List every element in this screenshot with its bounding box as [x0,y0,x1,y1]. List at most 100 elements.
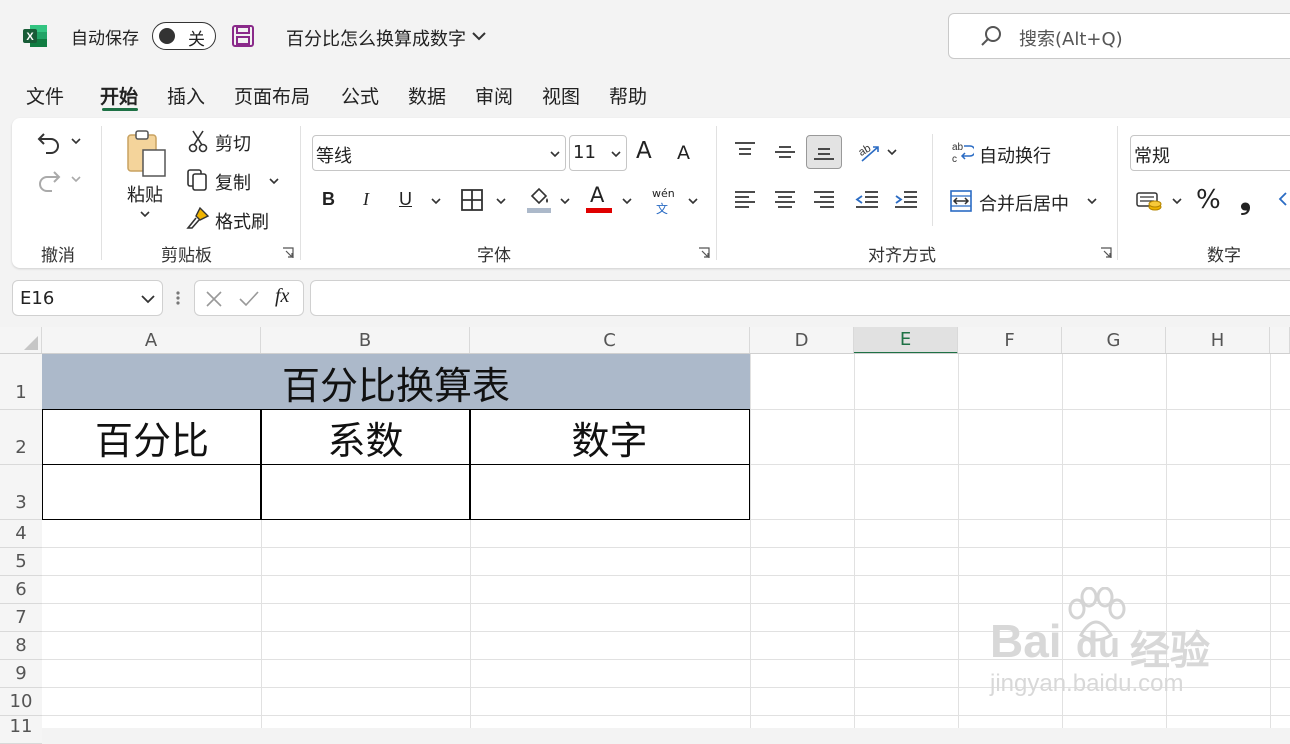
percent-style-button[interactable]: % [1196,185,1221,215]
increase-decimal-icon[interactable] [1276,188,1290,214]
tab-formulas[interactable]: 公式 [341,82,379,109]
row-header-6[interactable]: 6 [0,576,42,604]
tab-file[interactable]: 文件 [26,82,64,109]
tab-data[interactable]: 数据 [408,82,446,109]
undo-icon[interactable] [34,128,64,156]
phonetic-guide-bottom[interactable]: 文 [656,200,668,217]
align-right-icon[interactable] [811,188,837,212]
paste-icon[interactable] [124,130,170,178]
phonetic-dropdown-icon[interactable] [686,195,700,207]
insert-function-button[interactable]: fx [275,285,289,308]
font-color-button[interactable]: A [590,183,604,207]
row-header-1[interactable]: 1 [0,354,42,410]
column-header-f[interactable]: F [958,327,1062,354]
row-header-9[interactable]: 9 [0,660,42,688]
accounting-format-icon[interactable] [1134,187,1164,215]
autosave-toggle[interactable]: 关 [152,22,216,50]
align-left-icon[interactable] [732,188,758,212]
undo-dropdown-icon[interactable] [68,134,84,148]
align-bottom-icon[interactable] [806,135,842,169]
phonetic-guide-top[interactable]: wén [652,187,675,200]
borders-dropdown-icon[interactable] [494,195,508,207]
row-header-11[interactable]: 11 [0,716,42,744]
italic-button[interactable]: I [363,189,369,210]
row-header-2[interactable]: 2 [0,410,42,465]
merge-center-icon[interactable] [948,188,974,214]
merge-dropdown-icon[interactable] [1085,195,1099,207]
header-cell-coefficient[interactable]: 系数 [260,409,471,465]
underline-button[interactable]: U [399,189,412,210]
text-orientation-icon[interactable]: ab [855,138,883,164]
row-header-4[interactable]: 4 [0,520,42,548]
name-box[interactable]: E16 [12,280,163,316]
decrease-font-size-button[interactable]: A [677,142,690,164]
table-cell[interactable] [469,464,750,520]
number-format-select[interactable]: 常规 [1130,135,1290,171]
tab-help[interactable]: 帮助 [609,82,647,109]
font-name-select[interactable]: 等线 [312,135,566,171]
dialog-launcher-icon[interactable] [1099,246,1113,260]
increase-font-size-button[interactable]: A [636,138,652,164]
column-header-i[interactable] [1270,327,1290,354]
copy-icon[interactable] [184,167,210,193]
paste-dropdown-icon[interactable] [137,207,153,221]
align-middle-icon[interactable] [772,140,798,164]
row-header-10[interactable]: 10 [0,688,42,716]
enter-check-icon[interactable] [237,288,261,310]
table-cell[interactable] [42,464,262,520]
wrap-text-icon[interactable]: ab c [949,139,975,167]
cancel-icon[interactable] [203,288,225,310]
row-header-3[interactable]: 3 [0,465,42,520]
redo-dropdown-icon[interactable] [68,172,84,186]
align-center-icon[interactable] [772,188,798,212]
font-size-select[interactable]: 11 [569,135,627,171]
document-title[interactable]: 百分比怎么换算成数字 [286,25,466,51]
redo-icon[interactable] [34,166,64,194]
paste-label[interactable]: 粘贴 [127,181,163,207]
formula-input[interactable] [310,280,1290,316]
header-cell-number[interactable]: 数字 [469,409,750,465]
format-painter-icon[interactable] [185,205,211,231]
align-top-icon[interactable] [732,138,758,162]
table-title-cell[interactable]: 百分比换算表 [42,354,750,410]
font-color-dropdown-icon[interactable] [620,195,634,207]
decrease-indent-icon[interactable] [854,188,880,212]
cut-label[interactable]: 剪切 [215,130,251,156]
fill-color-icon[interactable] [525,185,553,215]
column-header-g[interactable]: G [1062,327,1166,354]
row-header-5[interactable]: 5 [0,548,42,576]
header-cell-percentage[interactable]: 百分比 [42,409,262,465]
column-header-e[interactable]: E [854,327,958,354]
splitter-dots-icon[interactable] [172,288,184,308]
column-header-d[interactable]: D [750,327,854,354]
dialog-launcher-icon[interactable] [697,246,711,260]
comma-style-button[interactable]: ❟ [1240,183,1251,217]
select-all-button[interactable] [0,327,42,354]
orientation-dropdown-icon[interactable] [885,146,899,158]
copy-label[interactable]: 复制 [215,169,251,195]
row-header-8[interactable]: 8 [0,632,42,660]
format-painter-label[interactable]: 格式刷 [215,208,269,234]
increase-indent-icon[interactable] [893,188,919,212]
column-header-h[interactable]: H [1166,327,1270,354]
copy-dropdown-icon[interactable] [266,174,282,188]
underline-dropdown-icon[interactable] [429,195,443,207]
tab-page-layout[interactable]: 页面布局 [234,82,310,109]
column-header-c[interactable]: C [470,327,750,354]
column-header-a[interactable]: A [42,327,261,354]
fill-color-dropdown-icon[interactable] [558,195,572,207]
tab-view[interactable]: 视图 [542,82,580,109]
tab-insert[interactable]: 插入 [167,82,205,109]
wrap-text-label[interactable]: 自动换行 [979,142,1051,168]
chevron-down-icon[interactable] [470,28,488,44]
table-cell[interactable] [260,464,471,520]
borders-icon[interactable] [459,187,485,213]
tab-review[interactable]: 审阅 [475,82,513,109]
column-header-b[interactable]: B [261,327,470,354]
scissors-icon[interactable] [186,128,210,154]
dialog-launcher-icon[interactable] [281,246,295,260]
row-header-7[interactable]: 7 [0,604,42,632]
accounting-dropdown-icon[interactable] [1170,195,1184,207]
merge-center-label[interactable]: 合并后居中 [979,190,1069,216]
floppy-save-icon[interactable] [230,23,256,49]
